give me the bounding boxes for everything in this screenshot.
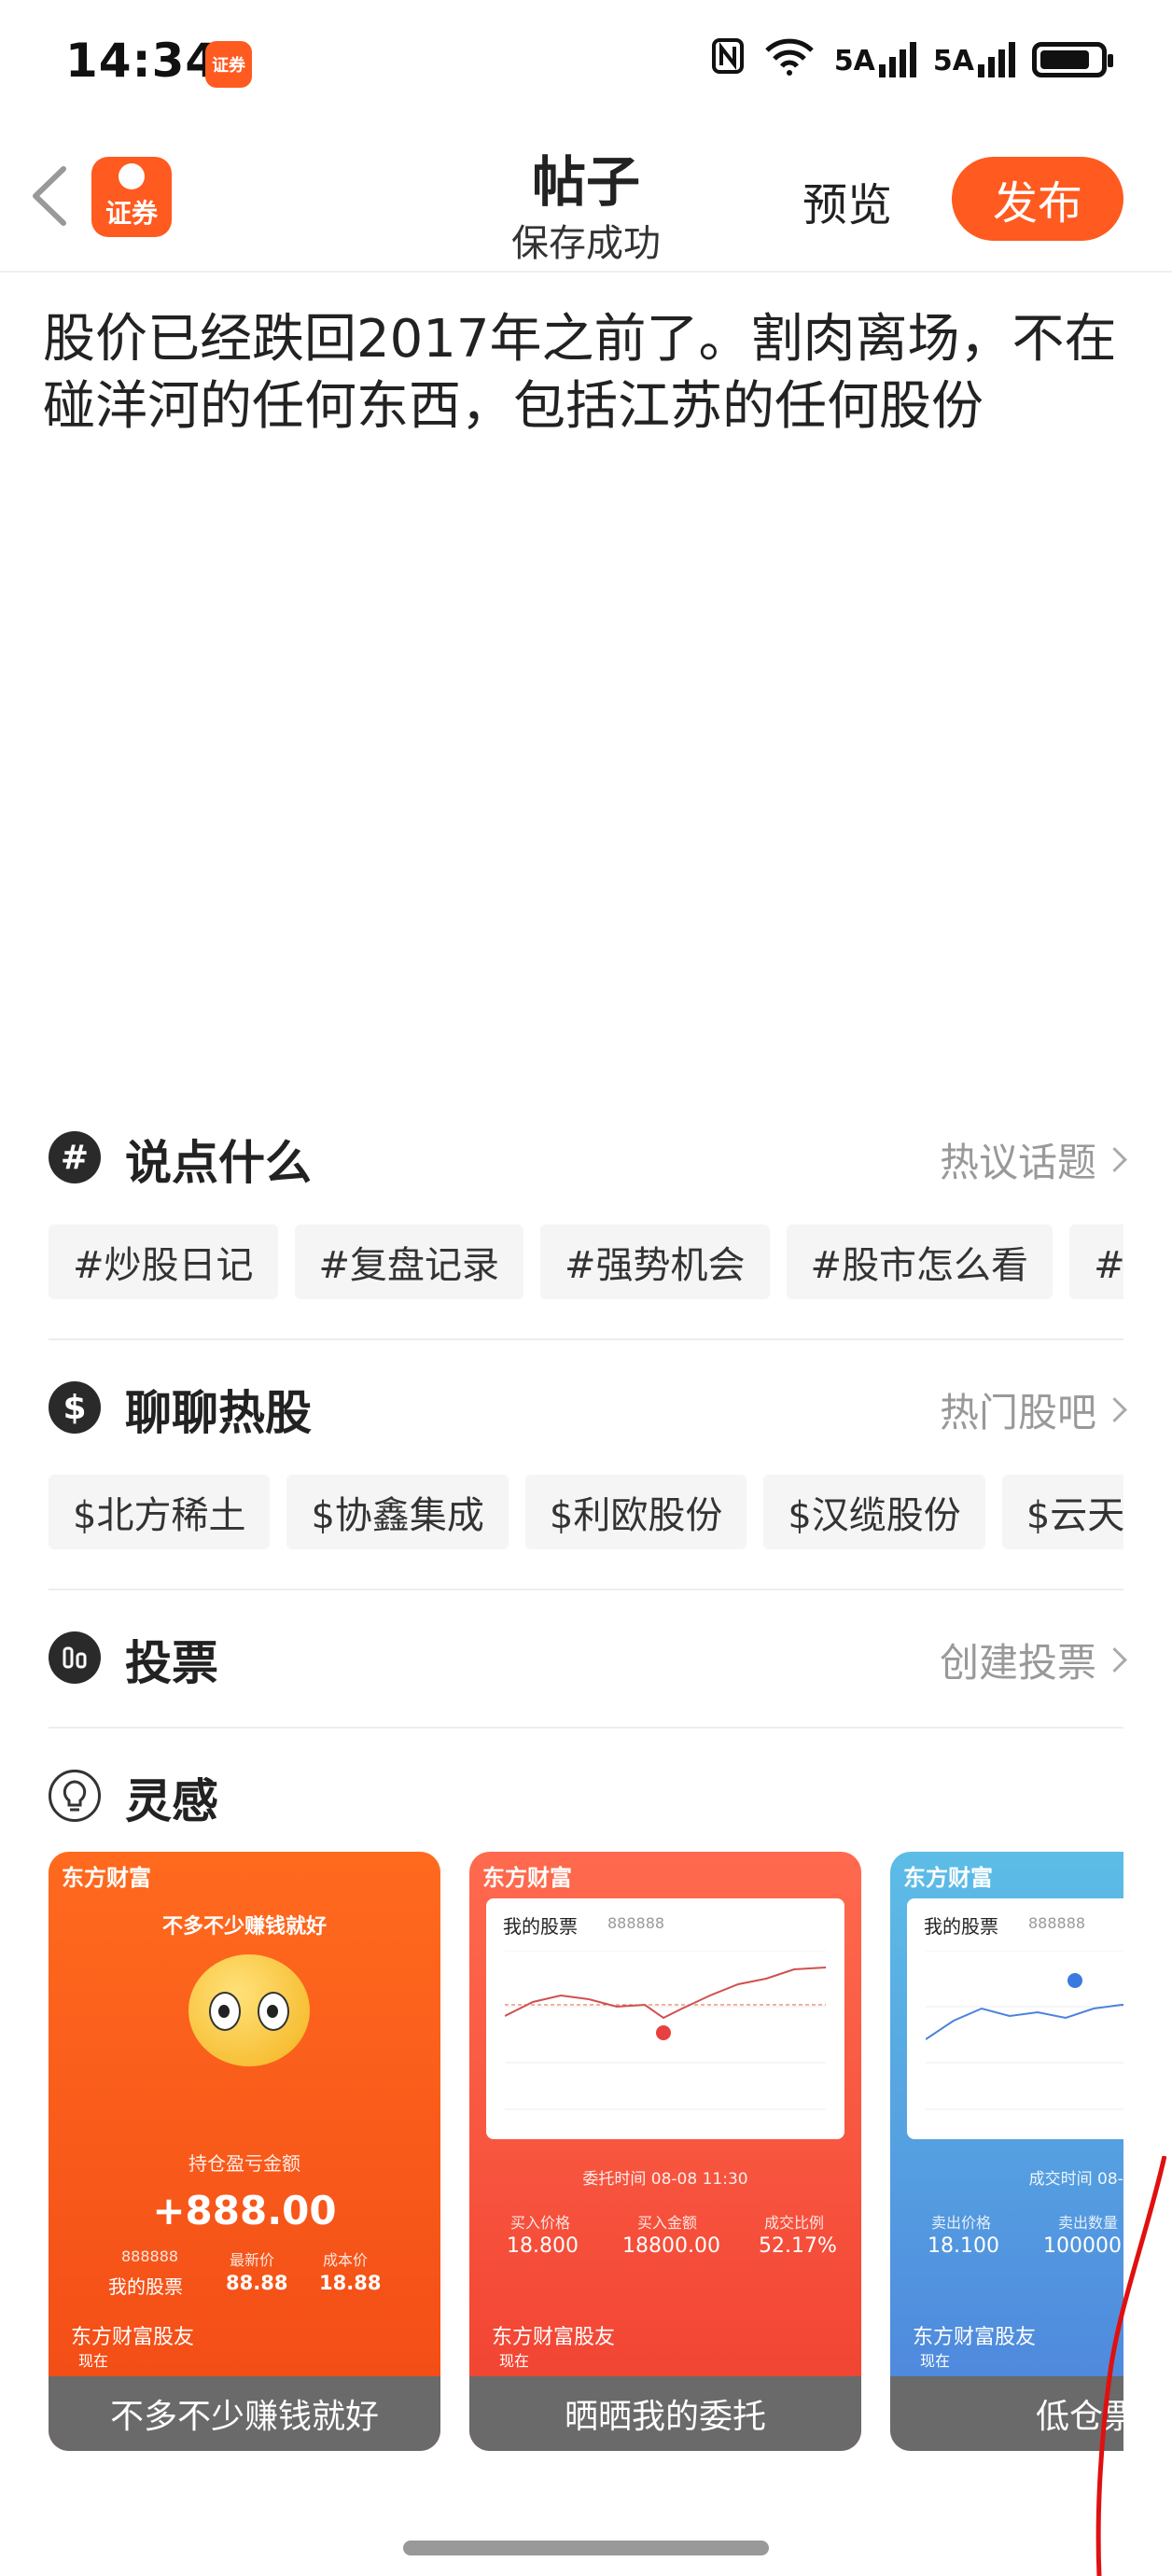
card-owner: 东方财富股友 xyxy=(71,2326,195,2349)
card-owner: 东方财富股友 xyxy=(913,2326,1037,2349)
panel-code: 888888 xyxy=(1028,1914,1086,1932)
cost-price-value: 18.88 xyxy=(319,2272,382,2294)
battery-icon xyxy=(1032,42,1113,77)
brand-logo: 东方财富 xyxy=(62,1865,151,1891)
publish-button[interactable]: 发布 xyxy=(952,157,1123,241)
stocks-title: 聊聊热股 xyxy=(125,1386,312,1440)
status-icons: 5A 5A xyxy=(711,35,1113,84)
card-caption: 低仓票 xyxy=(890,2376,1123,2451)
section-divider xyxy=(49,1727,1123,1729)
lightbulb-icon xyxy=(49,1770,101,1822)
topic-chip[interactable]: #股市怎么看 xyxy=(786,1225,1053,1299)
col1-label: 卖出价格 xyxy=(931,2214,992,2232)
hot-topics-label: 热议话题 xyxy=(939,1140,1096,1185)
inspiration-card-order[interactable]: 东方财富 我的股票 888888 委托时间 08-08 11:30 买入价格 1… xyxy=(469,1852,861,2451)
topic-chip[interactable]: #复盘记录 xyxy=(294,1225,524,1299)
inspiration-cards: 东方财富 不多不少赚钱就好 持仓盈亏金额 +888.00 888888 我的股票… xyxy=(49,1852,1123,2451)
hot-stock-bars-label: 热门股吧 xyxy=(939,1390,1096,1435)
signal-label-2: 5A xyxy=(932,45,974,77)
chevron-right-icon xyxy=(1102,1647,1127,1673)
status-bar: 14:34 证券 5A 5A xyxy=(0,0,1172,131)
inspiration-title: 灵感 xyxy=(125,1774,218,1828)
topic-chip[interactable]: #强势机会 xyxy=(540,1225,770,1299)
brand-logo: 东方财富 xyxy=(903,1865,993,1891)
brand-logo: 东方财富 xyxy=(482,1865,572,1891)
hot-stock-bars-link[interactable]: 热门股吧 xyxy=(939,1381,1127,1438)
card-owner: 东方财富股友 xyxy=(492,2326,616,2349)
stock-code: 888888 xyxy=(121,2247,179,2265)
inspiration-card-profit[interactable]: 东方财富 不多不少赚钱就好 持仓盈亏金额 +888.00 888888 我的股票… xyxy=(49,1852,440,2451)
order-time: 委托时间 08-08 11:30 xyxy=(582,2170,748,2189)
section-divider xyxy=(49,1589,1123,1590)
col1-value: 18.100 xyxy=(928,2234,999,2258)
red-annotation-stroke xyxy=(1095,2156,1166,2576)
inspiration-card-trade[interactable]: 东方财富 我的股票 888888 成交时间 08-08 卖出价格 18.100 … xyxy=(890,1852,1123,2451)
vote-icon xyxy=(49,1631,101,1684)
create-vote-link[interactable]: 创建投票 xyxy=(939,1631,1127,1688)
card-time: 现在 xyxy=(78,2352,109,2370)
post-text-editor[interactable]: 股价已经跌回2017年之前了。割肉离场，不在碰洋河的任何东西，包括江苏的任何股份 xyxy=(43,306,1135,441)
nfc-icon xyxy=(711,37,745,82)
col3-label: 成交比例 xyxy=(764,2214,825,2232)
preview-button[interactable]: 预览 xyxy=(802,168,892,233)
card-caption: 晒晒我的委托 xyxy=(469,2376,861,2451)
col1-value: 18.800 xyxy=(507,2234,579,2258)
create-vote-label: 创建投票 xyxy=(939,1640,1096,1686)
mascot-illustration xyxy=(188,1954,310,2066)
chevron-right-icon xyxy=(1102,1147,1127,1172)
intraday-chart xyxy=(505,1951,826,2110)
chevron-right-icon xyxy=(1102,1397,1127,1422)
col2-label: 买入金额 xyxy=(637,2214,698,2232)
app-notification-icon: 证券 xyxy=(205,41,252,88)
col1-label: 买入价格 xyxy=(510,2214,571,2232)
profit-label: 持仓盈亏金额 xyxy=(188,2152,300,2175)
intraday-chart xyxy=(926,1951,1123,2110)
panel-code: 888888 xyxy=(607,1914,665,1932)
status-time: 14:34 xyxy=(65,34,219,88)
topics-title: 说点什么 xyxy=(125,1136,312,1190)
header-divider xyxy=(0,271,1172,273)
stock-chips: $北方稀土 $协鑫集成 $利欧股份 $汉缆股份 $云天 xyxy=(49,1475,1123,1549)
profit-value: +888.00 xyxy=(152,2188,337,2233)
card-caption: 不多不少赚钱就好 xyxy=(49,2376,440,2451)
signal-icon-1: 5A xyxy=(834,42,916,77)
stock-chip[interactable]: $利欧股份 xyxy=(524,1475,747,1549)
section-divider xyxy=(49,1338,1123,1340)
hot-topics-link[interactable]: 热议话题 xyxy=(939,1131,1127,1188)
hashtag-icon: # xyxy=(49,1131,101,1183)
vote-title: 投票 xyxy=(125,1636,218,1690)
col3-value: 52.17% xyxy=(759,2234,837,2258)
panel-title: 我的股票 xyxy=(924,1915,998,1938)
topic-chip[interactable]: #川 xyxy=(1069,1225,1123,1299)
col2-value: 18800.00 xyxy=(622,2234,720,2258)
dollar-icon: $ xyxy=(49,1381,101,1434)
card-time: 现在 xyxy=(499,2352,530,2370)
signal-icon-2: 5A xyxy=(933,42,1015,77)
latest-price-value: 88.88 xyxy=(226,2272,288,2294)
latest-price-label: 最新价 xyxy=(230,2251,275,2269)
topic-chips: #炒股日记 #复盘记录 #强势机会 #股市怎么看 #川 xyxy=(49,1225,1123,1299)
stock-chip[interactable]: $协鑫集成 xyxy=(286,1475,509,1549)
stock-chip[interactable]: $汉缆股份 xyxy=(763,1475,985,1549)
signal-label-1: 5A xyxy=(833,45,875,77)
cost-price-label: 成本价 xyxy=(323,2251,369,2269)
stock-name: 我的股票 xyxy=(108,2275,183,2298)
trade-time: 成交时间 08-08 xyxy=(1028,2170,1123,2189)
chart-panel: 我的股票 888888 xyxy=(907,1898,1123,2139)
home-indicator[interactable] xyxy=(403,2541,769,2555)
card-time: 现在 xyxy=(920,2352,951,2370)
wifi-icon xyxy=(761,35,817,84)
stock-chip[interactable]: $云天 xyxy=(1001,1475,1123,1549)
topic-chip[interactable]: #炒股日记 xyxy=(49,1225,278,1299)
card-headline: 不多不少赚钱就好 xyxy=(161,1915,327,1939)
stock-chip[interactable]: $北方稀土 xyxy=(49,1475,271,1549)
panel-title: 我的股票 xyxy=(503,1915,578,1938)
chart-panel: 我的股票 888888 xyxy=(486,1898,844,2139)
